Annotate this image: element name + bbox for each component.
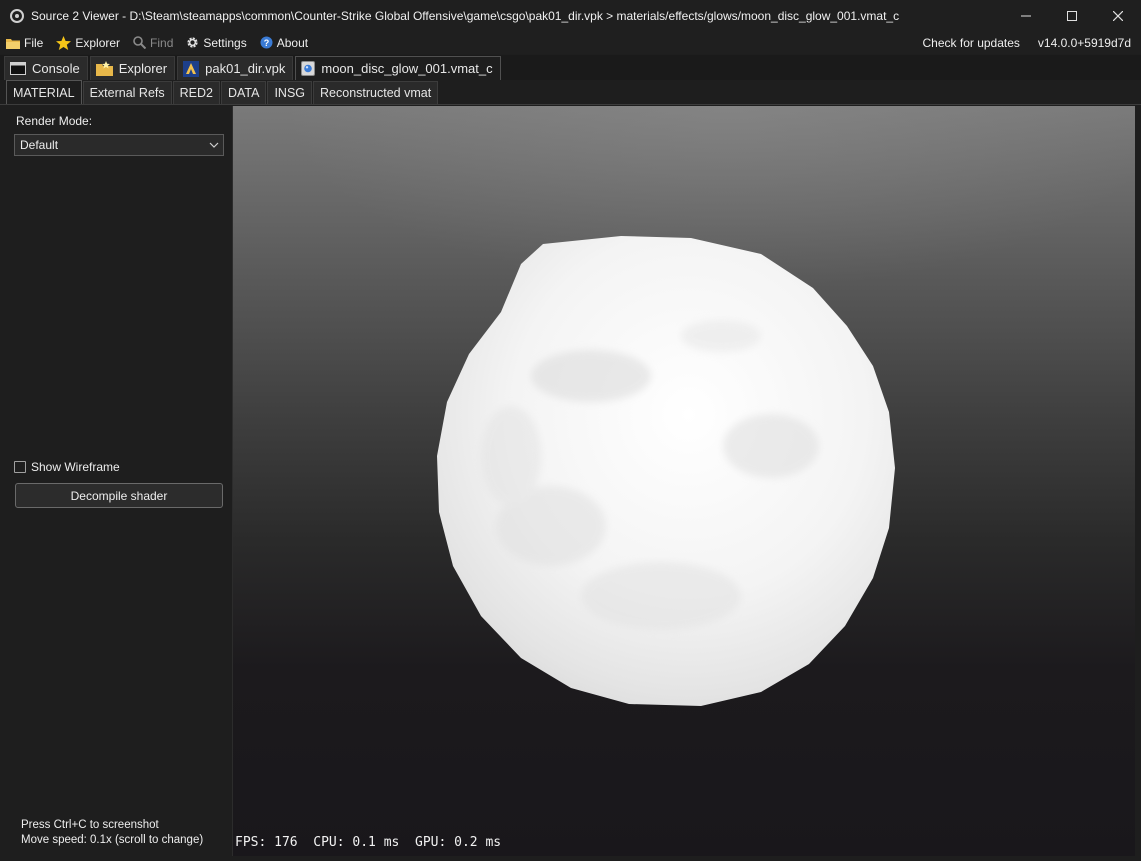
tab-external-refs-label: External Refs [89, 86, 165, 100]
move-speed-hint: Move speed: 0.1x (scroll to change) [21, 834, 204, 846]
menu-bar: File Explorer Find Settings ? About Chec… [0, 31, 1141, 54]
menu-file[interactable]: File [0, 31, 50, 54]
window-border-right [1135, 106, 1141, 861]
search-icon [133, 36, 147, 49]
menu-find[interactable]: Find [127, 31, 180, 54]
window-border-bottom [0, 856, 1141, 861]
resource-tab-strip: MATERIAL External Refs RED2 DATA INSG Re… [0, 80, 1141, 105]
menu-right: Check for updates v14.0.0+5919d7d [905, 31, 1131, 54]
folder-icon [6, 38, 20, 49]
material-sidebar: Render Mode: Default Show Wireframe Deco… [8, 106, 233, 856]
render-viewport[interactable]: FPS: 176 CPU: 0.1 ms GPU: 0.2 ms [233, 106, 1135, 856]
minimize-button[interactable] [1003, 0, 1049, 31]
menu-explorer-label: Explorer [75, 35, 121, 50]
show-wireframe-label: Show Wireframe [31, 460, 120, 474]
console-icon [10, 62, 26, 75]
tab-material-file[interactable]: moon_disc_glow_001.vmat_c [295, 56, 501, 80]
tab-explorer-label: Explorer [118, 61, 168, 76]
tab-explorer[interactable]: Explorer [89, 56, 176, 80]
minimize-icon [1021, 15, 1031, 16]
tab-vpk-label: pak01_dir.vpk [205, 61, 286, 76]
tab-data[interactable]: DATA [220, 81, 267, 104]
window-title: Source 2 Viewer - D:\Steam\steamapps\com… [31, 8, 900, 23]
menu-file-label: File [24, 35, 44, 50]
tab-console-label: Console [32, 61, 80, 76]
tab-console[interactable]: Console [4, 56, 88, 80]
render-mode-label: Render Mode: [16, 114, 93, 128]
maximize-button[interactable] [1049, 0, 1095, 31]
version-label: v14.0.0+5919d7d [1037, 35, 1131, 50]
menu-settings[interactable]: Settings [180, 31, 253, 54]
menu-explorer[interactable]: Explorer [50, 31, 127, 54]
tab-material-file-label: moon_disc_glow_001.vmat_c [321, 61, 493, 76]
close-icon [1113, 10, 1123, 21]
folder-star-icon [95, 61, 113, 76]
title-bar: Source 2 Viewer - D:\Steam\steamapps\com… [0, 0, 1141, 31]
window-controls [1003, 0, 1141, 31]
star-icon [56, 35, 72, 50]
tab-red2-label: RED2 [179, 86, 213, 100]
tab-external-refs[interactable]: External Refs [82, 81, 172, 104]
check-updates-link[interactable]: Check for updates [923, 36, 1020, 50]
tab-material-label: MATERIAL [13, 85, 75, 100]
info-icon: ? [260, 36, 273, 49]
menu-find-label: Find [150, 35, 174, 50]
tab-reconstructed-vmat-label: Reconstructed vmat [320, 86, 432, 100]
show-wireframe-toggle[interactable]: Show Wireframe [14, 460, 120, 474]
gear-icon [187, 37, 198, 48]
svg-text:?: ? [263, 38, 269, 48]
material-icon [301, 61, 316, 76]
maximize-icon [1067, 10, 1077, 21]
chevron-down-icon [209, 142, 219, 148]
render-mode-value: Default [20, 138, 59, 152]
tab-red2[interactable]: RED2 [172, 81, 220, 104]
performance-stats: FPS: 176 CPU: 0.1 ms GPU: 0.2 ms [235, 835, 502, 850]
file-tab-strip: Console Explorer pak01_dir.vpk moon_disc… [0, 55, 1141, 80]
moon-sphere-model [437, 236, 895, 706]
close-button[interactable] [1095, 0, 1141, 31]
decompile-shader-label: Decompile shader [70, 488, 168, 503]
tab-insg[interactable]: INSG [267, 81, 313, 104]
menu-about[interactable]: ? About [254, 31, 315, 54]
tab-reconstructed-vmat[interactable]: Reconstructed vmat [313, 81, 439, 104]
menu-about-label: About [276, 35, 309, 50]
show-wireframe-checkbox[interactable] [14, 461, 26, 473]
screenshot-hint: Press Ctrl+C to screenshot [21, 819, 159, 831]
render-mode-select[interactable]: Default [14, 134, 224, 156]
app-icon [10, 8, 24, 23]
tab-data-label: DATA [227, 86, 260, 100]
decompile-shader-button[interactable]: Decompile shader [15, 483, 223, 508]
vpk-icon [183, 60, 200, 77]
tab-vpk[interactable]: pak01_dir.vpk [177, 56, 294, 80]
tab-insg-label: INSG [274, 86, 306, 100]
tab-material[interactable]: MATERIAL [6, 80, 82, 104]
menu-settings-label: Settings [203, 35, 247, 50]
